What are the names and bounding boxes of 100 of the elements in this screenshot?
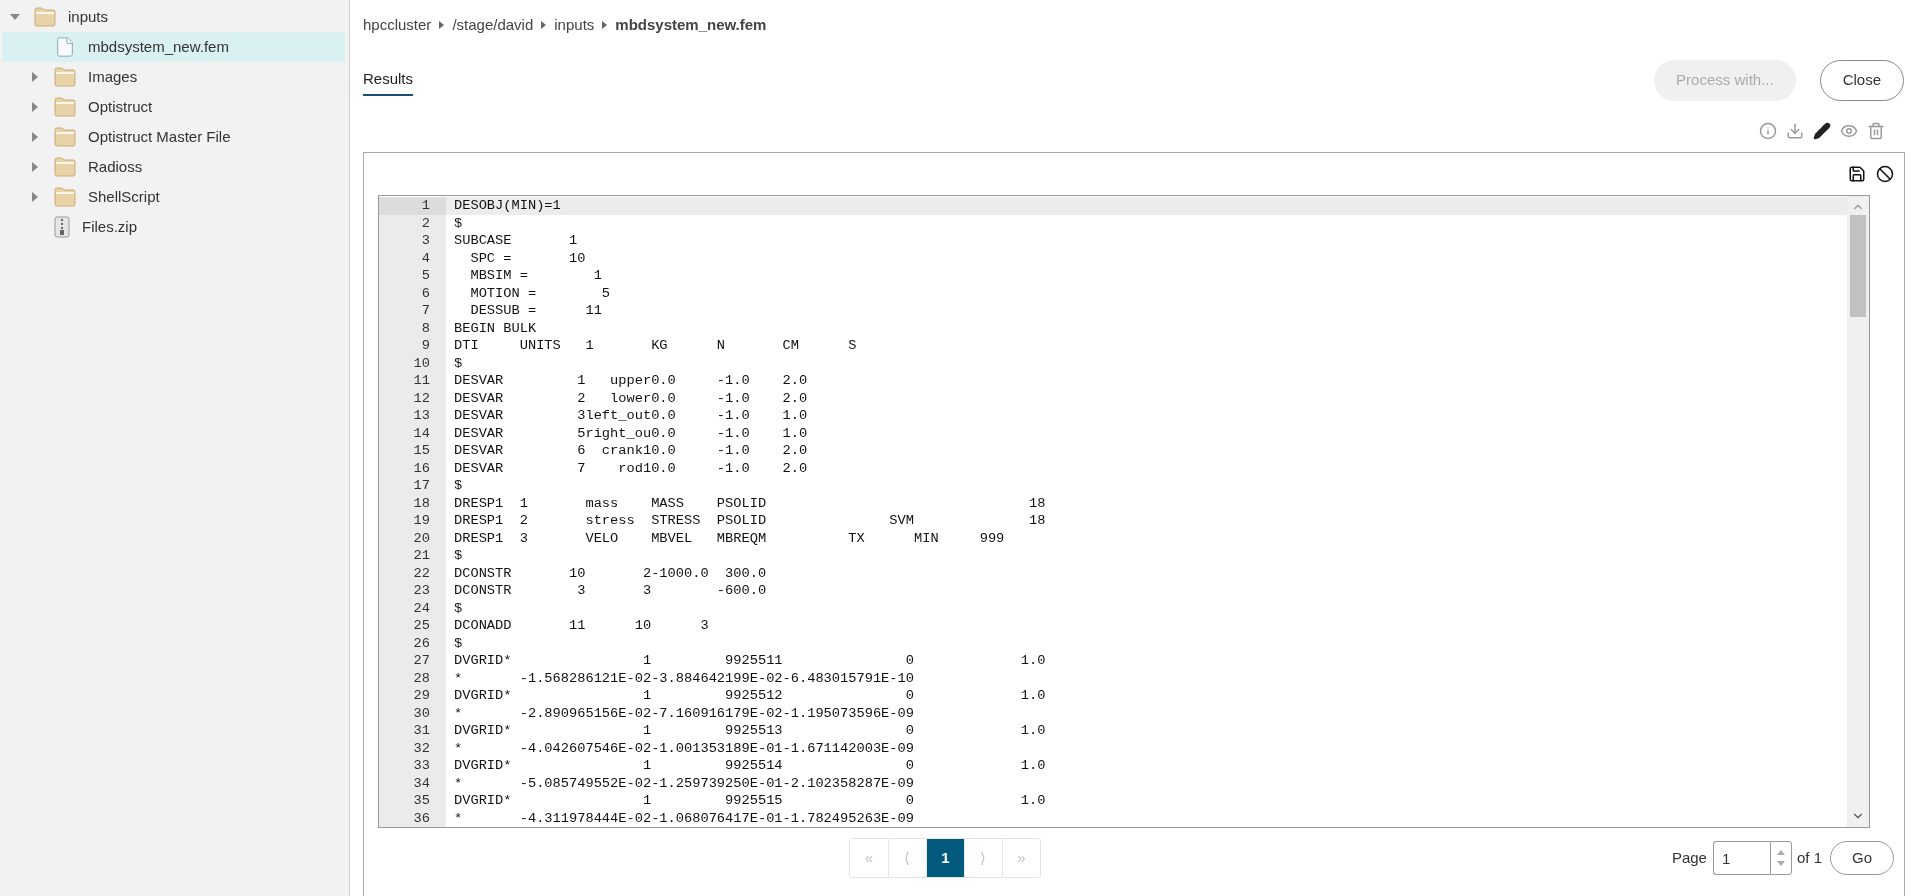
zip-file-icon [54, 216, 70, 238]
code-line: $ [453, 354, 463, 372]
file-icon [54, 36, 76, 58]
tree-item[interactable]: Radioss [2, 152, 345, 182]
line-number: 15 [379, 442, 446, 460]
code-line: DCONSTR 3 3 -600.0 [453, 582, 767, 600]
info-icon[interactable] [1759, 122, 1777, 140]
line-number: 25 [379, 617, 446, 635]
tree-item-label: Optistruct Master File [88, 126, 231, 147]
code-line: DESSUB = 11 [469, 302, 602, 320]
code-line: DESVAR 2 lower0.0 -1.0 2.0 [453, 389, 808, 407]
code-line: SUBCASE 1 [453, 232, 578, 250]
folder-icon [54, 97, 76, 117]
breadcrumb-link[interactable]: /stage/david [452, 13, 534, 37]
caret-down-icon[interactable] [10, 12, 20, 22]
page-total: of 1 [1796, 847, 1822, 868]
code-line: $ [453, 477, 463, 495]
breadcrumb-separator-icon [541, 21, 547, 29]
code-line: BEGIN BULK [453, 319, 537, 337]
page-spinner[interactable] [1769, 841, 1792, 875]
code-line: * -2.890965156E-02-7.160916179E-02-1.195073596E-09 [453, 704, 914, 722]
line-number: 1 [379, 197, 446, 215]
trash-icon[interactable] [1867, 122, 1885, 140]
page-label: Page [1671, 847, 1707, 868]
code-line: $ [453, 214, 463, 232]
tab[interactable]: Results [363, 67, 414, 97]
save-icon[interactable] [1848, 165, 1866, 183]
code-line: MOTION = 5 [469, 284, 611, 302]
tree-item-label: Images [88, 66, 138, 87]
close-button[interactable]: Close [1819, 59, 1904, 101]
tree-item-label: Optistruct [88, 96, 153, 117]
line-number: 19 [379, 512, 446, 530]
line-number: 31 [379, 722, 446, 740]
scrollbar[interactable] [1847, 196, 1869, 827]
tree-item[interactable]: mbdsystem_new.fem [2, 32, 345, 62]
line-number: 17 [379, 477, 446, 495]
code-line: * -4.311978444E-02-1.068076417E-01-1.782495263E-09 [453, 809, 914, 827]
line-number: 27 [379, 652, 446, 670]
line-number: 21 [379, 547, 446, 565]
code-line: * -4.042607546E-02-1.001353189E-01-1.671142003E-09 [453, 739, 914, 757]
breadcrumb-link[interactable]: inputs [554, 13, 595, 37]
code-line: DCONADD 11 10 3 [453, 617, 709, 635]
folder-icon [54, 127, 76, 147]
tree-item[interactable]: Optistruct Master File [2, 122, 345, 152]
code-line: DESVAR 3left_out0.0 -1.0 1.0 [453, 407, 808, 425]
tree-item-label: mbdsystem_new.fem [88, 36, 229, 57]
code-line: MBSIM = 1 [469, 267, 602, 285]
code-editor[interactable] [378, 195, 1870, 828]
scrollbar-thumb[interactable] [1850, 215, 1866, 317]
code-line: DVGRID* 1 9925515 0 1.0 [453, 792, 1046, 810]
tree-item[interactable]: Optistruct [2, 92, 345, 122]
tree-item[interactable]: ShellScript [2, 182, 345, 212]
folder-icon [54, 187, 76, 207]
breadcrumb-separator-icon [602, 21, 608, 29]
code-line: DESVAR 1 upper0.0 -1.0 2.0 [453, 372, 808, 390]
spinner-arrows-icon[interactable] [1776, 848, 1785, 868]
caret-right-icon[interactable] [30, 102, 40, 112]
tree-item-label: Files.zip [82, 216, 137, 237]
code-line: DESVAR 7 rod10.0 -1.0 2.0 [453, 459, 808, 477]
download-icon[interactable] [1786, 122, 1804, 140]
cancel-icon[interactable] [1876, 165, 1894, 183]
breadcrumb-link[interactable]: hpccluster [363, 13, 432, 37]
line-number: 23 [379, 582, 446, 600]
folder-icon [54, 157, 76, 177]
caret-right-icon[interactable] [30, 72, 40, 82]
caret-right-icon[interactable] [30, 192, 40, 202]
code-line: $ [453, 547, 463, 565]
line-number: 7 [379, 302, 446, 320]
line-number: 5 [379, 267, 446, 285]
tree-item[interactable]: Images [2, 62, 345, 92]
code-line: DESVAR 6 crank10.0 -1.0 2.0 [453, 442, 808, 460]
line-number: 13 [379, 407, 446, 425]
tree-item-label: Radioss [88, 156, 143, 177]
code-line: DVGRID* 1 9925514 0 1.0 [453, 757, 1046, 775]
code-line: DRESP1 3 VELO MBVEL MBREQM TX MIN 999 [453, 529, 1005, 547]
line-number: 29 [379, 687, 446, 705]
line-number: 9 [379, 337, 446, 355]
code-line: DRESP1 2 stress STRESS PSOLID SVM 18 [453, 512, 1046, 530]
code-line: SPC = 10 [469, 249, 586, 267]
tree-item-label: inputs [68, 6, 109, 27]
line-number: 35 [379, 792, 446, 810]
code-line: DRESP1 1 mass MASS PSOLID 18 [453, 494, 1046, 512]
code-line: DVGRID* 1 9925512 0 1.0 [453, 687, 1046, 705]
line-number: 33 [379, 757, 446, 775]
breadcrumb-separator-icon [439, 21, 445, 29]
code-line: $ [453, 634, 463, 652]
tree-item[interactable]: inputs [2, 2, 345, 32]
tree-item-label: ShellScript [88, 186, 160, 207]
go-button[interactable]: Go [1830, 841, 1894, 875]
pencil-icon[interactable] [1813, 122, 1831, 140]
code-line: * -1.568286121E-02-3.884642199E-02-6.483015791E-10 [453, 669, 914, 687]
pagination-button[interactable]: 1 [925, 839, 964, 877]
caret-right-icon[interactable] [30, 132, 40, 142]
tree-item[interactable]: Files.zip [2, 212, 345, 242]
eye-icon[interactable] [1840, 122, 1858, 140]
caret-right-icon[interactable] [30, 162, 40, 172]
code-line: DESOBJ(MIN)=1 [453, 197, 561, 215]
page-input[interactable]: 1 [1712, 841, 1770, 875]
breadcrumb-current: mbdsystem_new.fem [615, 14, 767, 35]
code-line: DESVAR 5right_ou0.0 -1.0 1.0 [453, 424, 808, 442]
